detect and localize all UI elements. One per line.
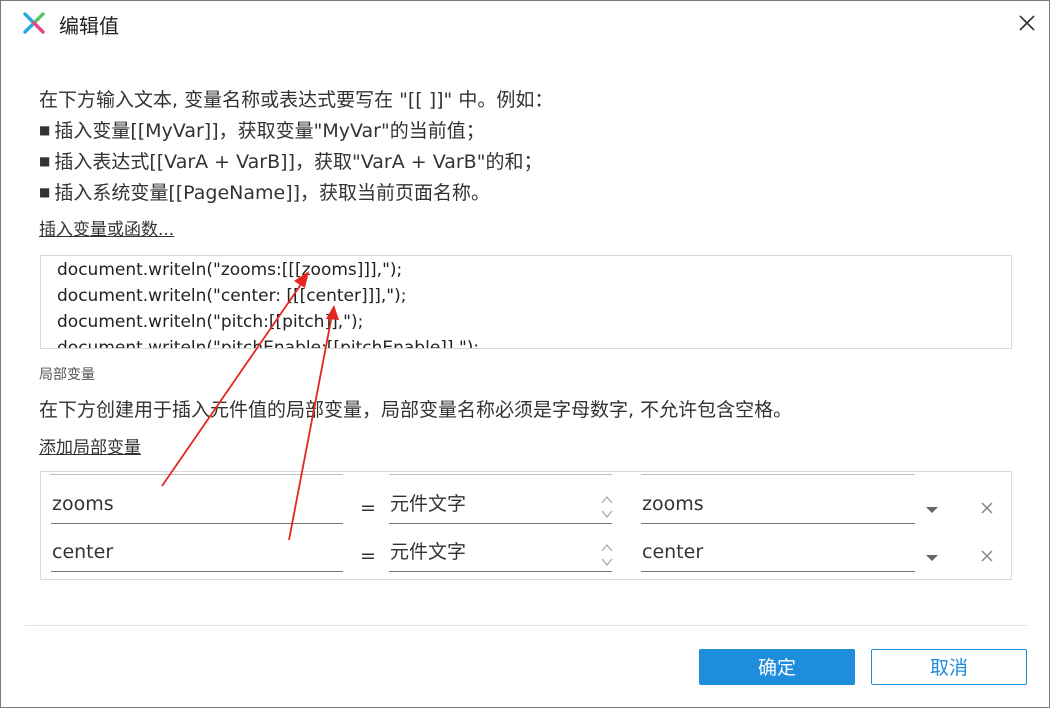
dropdown-triangle-icon[interactable]: [925, 554, 939, 562]
instruction-bullet: ■ 插入表达式[[VarA + VarB]]，获取"VarA + VarB"的和；: [39, 146, 553, 177]
app-logo-icon: [23, 12, 45, 34]
instructions: 在下方输入文本, 变量名称或表达式要写在 "[[ ]]" 中。例如： ■ 插入变量…: [39, 85, 553, 208]
instructions-line: 在下方输入文本, 变量名称或表达式要写在 "[[ ]]" 中。例如：: [39, 89, 554, 111]
edit-value-dialog: 编辑值 在下方输入文本, 变量名称或表达式要写在 "[[ ]]" 中。例如： ■…: [0, 0, 1050, 708]
editor-line: document.writeln("center: [[[center]]],"…: [57, 286, 407, 306]
dropdown-triangle-icon[interactable]: [925, 506, 939, 514]
spinner-arrows-icon[interactable]: [600, 493, 614, 521]
instruction-bullet-text: 插入表达式[[VarA + VarB]]，获取"VarA + VarB"的和；: [54, 151, 543, 173]
title-bar: 编辑值: [1, 1, 1049, 45]
footer-divider: [25, 625, 1027, 626]
local-variables-heading: 局部变量: [39, 367, 95, 383]
instruction-bullet: ■ 插入系统变量[[PageName]]，获取当前页面名称。: [39, 177, 553, 208]
local-variables-list: zooms = 元件文字 zooms center = 元件文字 center: [40, 471, 1012, 580]
clipped-row-border: [389, 474, 612, 475]
target-widget-select[interactable]: zooms: [641, 487, 915, 524]
target-widget-select[interactable]: center: [641, 535, 915, 572]
value-type-select[interactable]: 元件文字: [389, 535, 612, 572]
editor-line: document.writeln("pitch:[[pitch]],");: [57, 312, 364, 332]
text-editor[interactable]: document.writeln("zooms:[[[zooms]]],"); …: [40, 255, 1012, 349]
instruction-bullet: ■ 插入变量[[MyVar]]，获取变量"MyVar"的当前值；: [39, 115, 553, 146]
bullet-square-icon: ■: [39, 154, 51, 168]
variable-name-input[interactable]: zooms: [51, 487, 343, 524]
dialog-title: 编辑值: [59, 14, 119, 38]
bullet-square-icon: ■: [39, 185, 51, 199]
delete-x-icon[interactable]: [980, 549, 994, 563]
insert-variable-or-function-link[interactable]: 插入变量或函数...: [39, 215, 174, 240]
local-variables-description: 在下方创建用于插入元件值的局部变量，局部变量名称必须是字母数字, 不允许包含空格…: [39, 399, 793, 421]
instruction-bullet-text: 插入变量[[MyVar]]，获取变量"MyVar"的当前值；: [54, 120, 485, 142]
equals-sign: =: [360, 545, 376, 567]
ok-button[interactable]: 确定: [699, 649, 855, 685]
clipped-row-border: [641, 474, 915, 475]
instruction-bullet-text: 插入系统变量[[PageName]]，获取当前页面名称。: [54, 182, 491, 204]
variable-name-input[interactable]: center: [51, 535, 343, 572]
spinner-arrows-icon[interactable]: [600, 541, 614, 569]
clipped-row-border: [50, 474, 343, 475]
bullet-square-icon: ■: [39, 123, 51, 137]
cancel-button[interactable]: 取消: [871, 649, 1027, 685]
value-type-select[interactable]: 元件文字: [389, 487, 612, 524]
close-icon[interactable]: [1015, 11, 1039, 35]
equals-sign: =: [360, 497, 376, 519]
delete-x-icon[interactable]: [980, 501, 994, 515]
add-local-variable-link[interactable]: 添加局部变量: [39, 433, 141, 458]
editor-line: document.writeln("zooms:[[[zooms]]],");: [57, 260, 403, 280]
editor-line: document.writeln("pitchEnable:[[pitchEna…: [57, 338, 480, 349]
